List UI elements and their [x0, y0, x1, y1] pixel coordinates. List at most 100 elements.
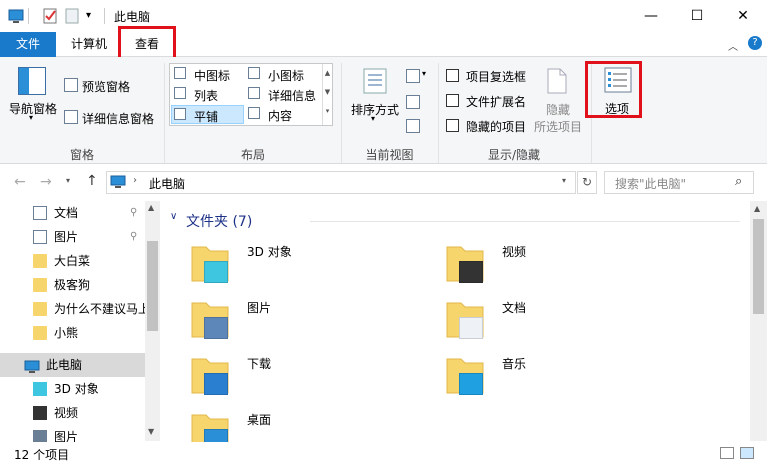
- nav-item-quick-access[interactable]: 文档 ⚲: [0, 201, 145, 225]
- nav-item-quick-access[interactable]: 为什么不建议马上: [0, 297, 145, 321]
- hide-selected-button[interactable]: 隐藏 所选项目: [534, 61, 586, 141]
- folder-label: 音乐: [502, 357, 527, 371]
- item-checkboxes-toggle[interactable]: 项目复选框: [444, 67, 536, 85]
- nav-item-quick-access[interactable]: 小熊: [0, 321, 145, 345]
- content-area: ∨ 文件夹 (7) 3D 对象 视频 图片 文档 下载 音乐 桌面 ▲: [160, 201, 767, 451]
- up-icon[interactable]: ↑: [86, 173, 98, 189]
- breadcrumb-chevron-icon: ›: [133, 175, 137, 186]
- nav-scrollbar-thumb[interactable]: [147, 241, 158, 331]
- title-bar: ▾ 此电脑 — ☐ ✕: [0, 0, 767, 32]
- size-columns-icon[interactable]: [406, 119, 420, 133]
- content-scrollbar-thumb[interactable]: [753, 219, 764, 314]
- small-icons-label: 小图标: [268, 69, 305, 83]
- help-icon[interactable]: ?: [748, 36, 762, 50]
- address-input[interactable]: › 此电脑 ▾: [106, 171, 576, 194]
- file-extensions-toggle[interactable]: 文件扩展名: [444, 92, 536, 110]
- group-label-pane: 窗格: [69, 148, 94, 162]
- search-input[interactable]: 搜索"此电脑" ⌕: [604, 171, 754, 194]
- sort-by-dropdown-icon: ▾: [371, 114, 376, 123]
- refresh-icon: ↻: [581, 175, 593, 189]
- recent-locations-icon[interactable]: ▾: [66, 176, 70, 185]
- refresh-button[interactable]: ↻: [577, 171, 597, 194]
- properties-icon[interactable]: [42, 8, 58, 24]
- details-pane-button[interactable]: 详细信息窗格: [62, 108, 162, 126]
- hidden-items-toggle[interactable]: 隐藏的项目: [444, 117, 536, 135]
- nav-item-quick-access[interactable]: 极客狗: [0, 273, 145, 297]
- scroll-up-icon[interactable]: ▲: [754, 204, 760, 213]
- layout-small-icons[interactable]: 小图标: [246, 65, 322, 83]
- collapse-group-icon[interactable]: ∨: [170, 211, 177, 222]
- computer-icon: [110, 175, 126, 189]
- preview-pane-button[interactable]: 预览窗格: [62, 76, 162, 94]
- nav-item-quick-access[interactable]: 图片 ⚲: [0, 225, 145, 249]
- layout-medium-icons[interactable]: 中图标: [172, 65, 244, 83]
- nav-item-this-pc-child[interactable]: 视频: [0, 401, 145, 425]
- add-columns-icon[interactable]: [406, 95, 420, 109]
- folder-tile[interactable]: 音乐: [445, 351, 695, 407]
- layout-details[interactable]: 详细信息: [246, 85, 322, 103]
- layout-list[interactable]: 列表: [172, 85, 244, 103]
- layout-gallery: 中图标 小图标 列表 详细信息 平铺 内容 ▲ ▼ ▾: [169, 63, 333, 126]
- nav-scrollbar[interactable]: ▲ ▼: [145, 201, 160, 441]
- scroll-up-icon[interactable]: ▲: [148, 203, 154, 212]
- hide-selected-label-1: 隐藏: [546, 103, 571, 117]
- medium-icons-icon: [174, 67, 186, 79]
- details-label: 详细信息: [268, 89, 317, 103]
- layout-tiles[interactable]: 平铺: [171, 105, 244, 124]
- folder-icon: [33, 278, 47, 292]
- minimize-button[interactable]: —: [628, 0, 674, 32]
- pin-icon: ⚲: [130, 231, 138, 242]
- list-icon: [174, 87, 186, 99]
- forward-icon[interactable]: →: [40, 174, 52, 190]
- back-icon[interactable]: ←: [14, 174, 26, 190]
- details-pane-icon: [64, 110, 78, 124]
- new-folder-icon[interactable]: [64, 8, 80, 24]
- content-scrollbar[interactable]: ▲: [750, 201, 767, 441]
- group-by-icon[interactable]: [406, 69, 420, 83]
- tab-computer[interactable]: 计算机: [60, 32, 118, 57]
- breadcrumb[interactable]: 此电脑: [149, 175, 185, 192]
- folder-tile[interactable]: 下载: [190, 351, 440, 407]
- nav-pane-button[interactable]: 导航窗格 ▾: [6, 61, 58, 141]
- customize-quick-access-icon[interactable]: ▾: [86, 8, 102, 24]
- download-icon: [204, 373, 228, 395]
- nav-item-this-pc[interactable]: 此电脑: [0, 353, 145, 377]
- nav-pane-dropdown-icon: ▾: [29, 113, 34, 122]
- folder-tile[interactable]: 文档: [445, 295, 695, 351]
- details-view-icon[interactable]: [720, 447, 734, 459]
- group-header[interactable]: 文件夹 (7): [186, 211, 252, 231]
- large-icons-view-icon[interactable]: [740, 447, 754, 459]
- tab-file[interactable]: 文件: [0, 32, 56, 57]
- nav-pane-icon: [18, 67, 46, 95]
- file-extensions-checkbox: [446, 94, 459, 107]
- maximize-button[interactable]: ☐: [674, 0, 720, 32]
- folder-icon: [190, 295, 236, 341]
- nav-item-quick-access[interactable]: 大白菜: [0, 249, 145, 273]
- group-label-current-view: 当前视图: [365, 148, 414, 162]
- collapse-ribbon-icon[interactable]: ︿: [728, 38, 738, 53]
- document-icon: [459, 317, 483, 339]
- folder-icon: [33, 254, 47, 268]
- sort-by-button[interactable]: 排序方式 ▾: [348, 61, 402, 141]
- address-dropdown-icon[interactable]: ▾: [562, 176, 566, 185]
- nav-item-label: 视频: [54, 406, 79, 420]
- item-checkboxes-label: 项目复选框: [466, 70, 527, 84]
- folder-tile[interactable]: 视频: [445, 239, 695, 295]
- sort-by-icon: [362, 67, 388, 95]
- layout-gallery-scroll[interactable]: ▲ ▼ ▾: [322, 64, 332, 125]
- address-bar-area: ← → ▾ ↑ › 此电脑 ▾ ↻ 搜索"此电脑" ⌕: [0, 165, 767, 201]
- item-count: 12 个项目: [14, 448, 70, 462]
- folder-tile[interactable]: 3D 对象: [190, 239, 440, 295]
- nav-item-label: 3D 对象: [54, 382, 99, 396]
- hide-selected-label-2: 所选项目: [534, 120, 583, 134]
- computer-icon: [8, 8, 24, 24]
- folder-tile[interactable]: 图片: [190, 295, 440, 351]
- close-button[interactable]: ✕: [720, 0, 766, 32]
- options-highlight: [585, 61, 642, 118]
- layout-content[interactable]: 内容: [246, 105, 322, 123]
- nav-item-this-pc-child[interactable]: 3D 对象: [0, 377, 145, 401]
- tiles-icon: [174, 108, 186, 120]
- scroll-down-icon[interactable]: ▼: [148, 427, 154, 436]
- nav-item-label: 此电脑: [46, 358, 83, 372]
- list-label: 列表: [194, 89, 219, 103]
